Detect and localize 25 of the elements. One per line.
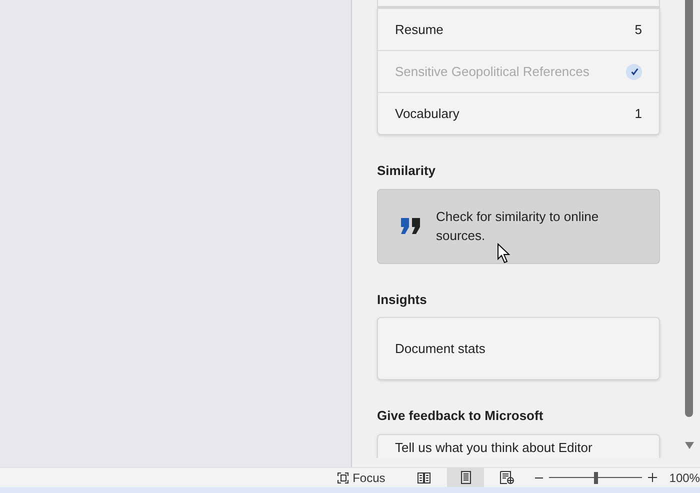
quote-icon bbox=[400, 218, 422, 234]
feedback-card[interactable]: Tell us what you think about Editor bbox=[377, 434, 660, 458]
plus-icon bbox=[648, 473, 658, 482]
book-icon bbox=[417, 472, 432, 484]
similarity-card[interactable]: Check for similarity to online sources. bbox=[377, 188, 660, 264]
scroll-down-icon[interactable] bbox=[684, 442, 694, 449]
section-heading: Similarity bbox=[377, 162, 437, 180]
category-row[interactable]: Resume 5 bbox=[378, 8, 659, 50]
count-label: 1 bbox=[634, 104, 642, 123]
page-icon bbox=[460, 471, 471, 484]
web-page-icon bbox=[500, 471, 514, 484]
scrollbar-thumb[interactable] bbox=[685, 0, 693, 417]
category-row[interactable]: Vocabulary 1 bbox=[378, 92, 659, 134]
view-button[interactable] bbox=[446, 468, 484, 488]
zoom-in-button[interactable] bbox=[648, 473, 658, 482]
count-label: 5 bbox=[634, 20, 642, 39]
focus-button[interactable]: Focus bbox=[336, 468, 386, 488]
insight-card[interactable]: Document stats bbox=[377, 317, 660, 380]
section-heading: Give feedback to Microsoft bbox=[377, 407, 544, 425]
cursor-icon bbox=[497, 243, 510, 264]
checkmark-icon bbox=[626, 64, 642, 80]
zoom-level[interactable]: 100% bbox=[669, 468, 700, 486]
slider-thumb[interactable] bbox=[594, 472, 598, 484]
section-heading: Insights bbox=[377, 290, 428, 309]
focus-icon bbox=[336, 472, 349, 484]
